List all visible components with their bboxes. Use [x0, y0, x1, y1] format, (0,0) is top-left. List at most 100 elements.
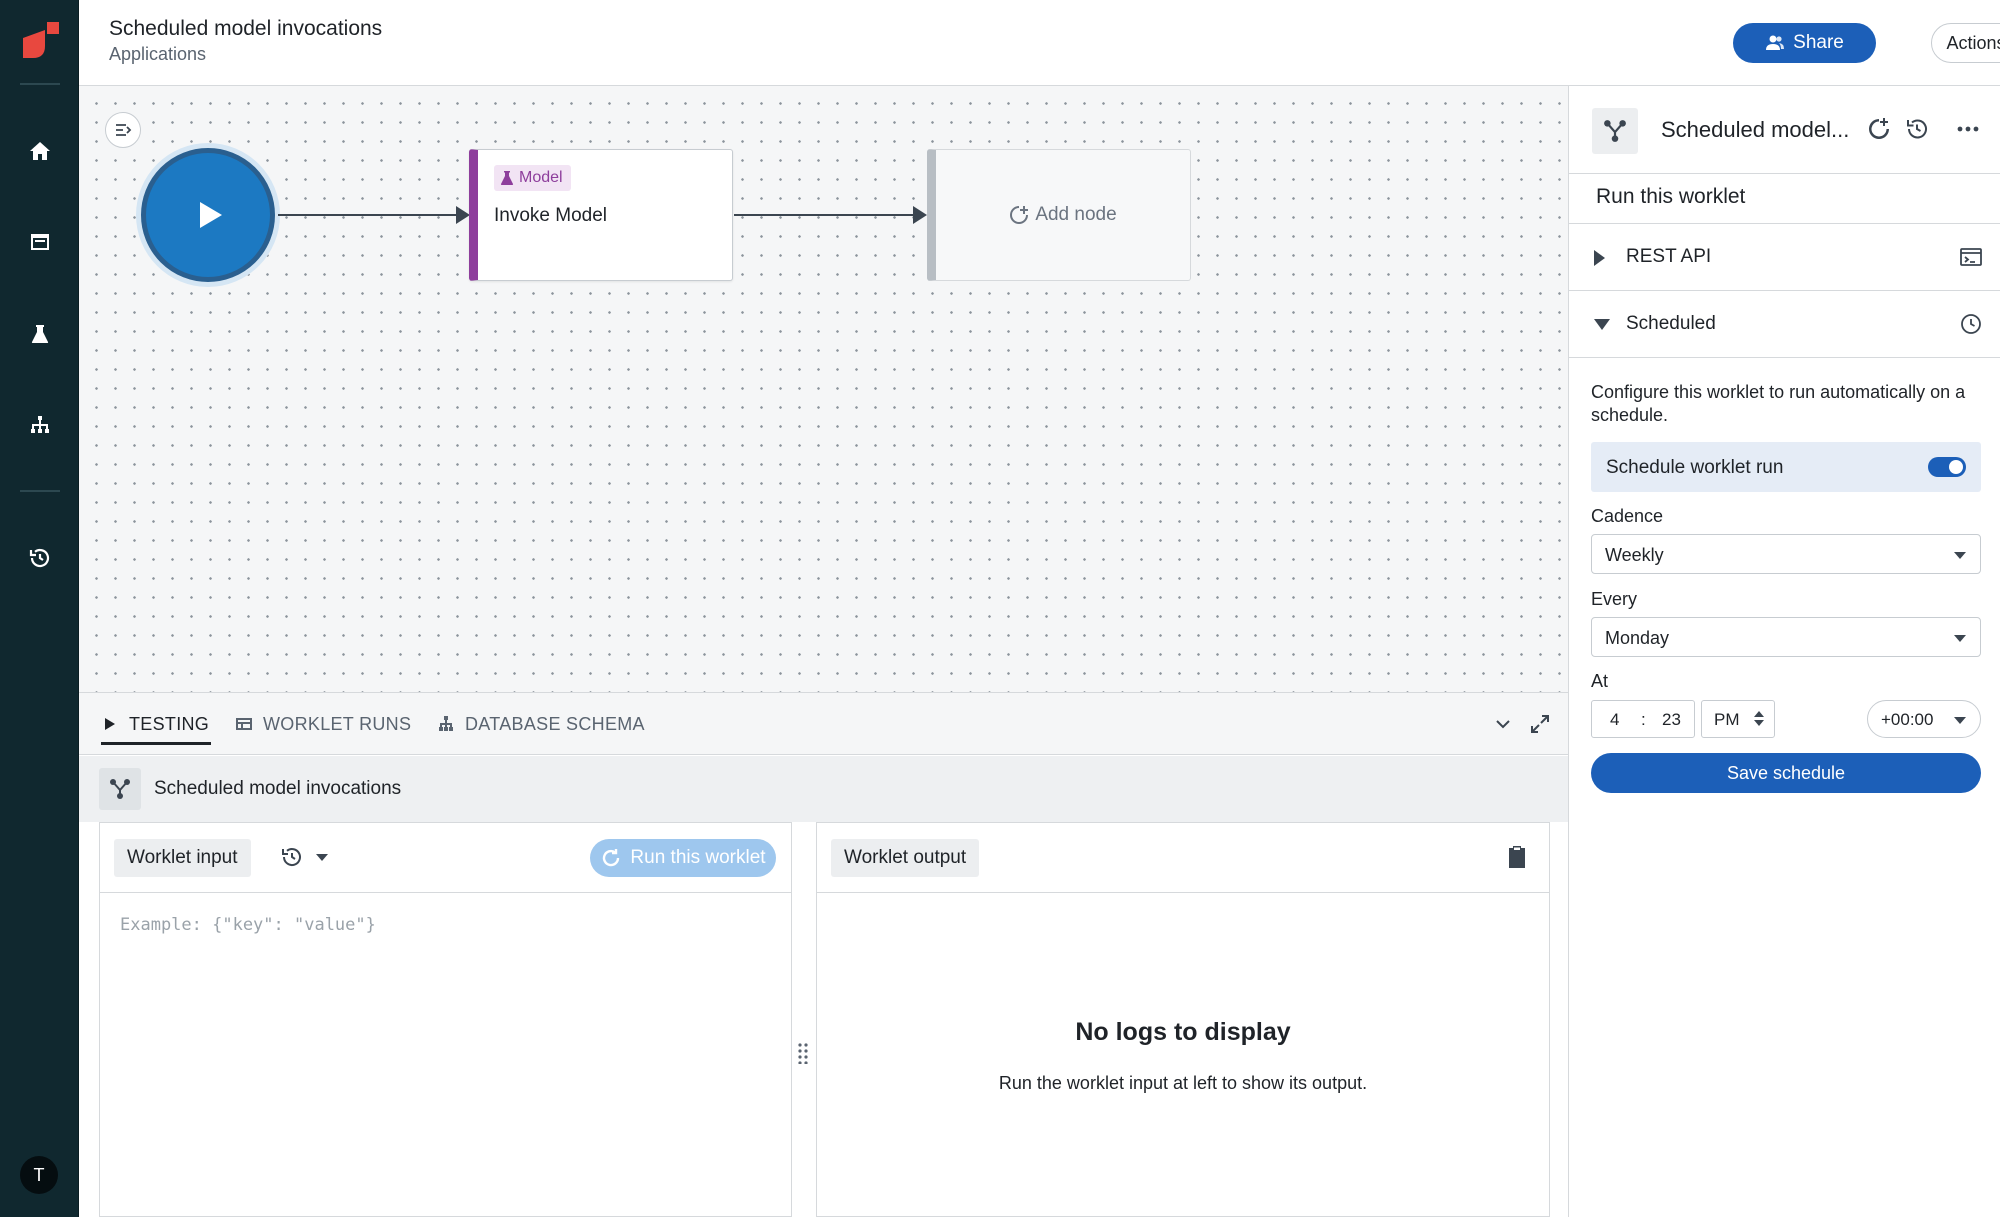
- ellipsis-icon: [1957, 126, 1979, 132]
- every-value: Monday: [1605, 628, 1670, 648]
- worklet-output-pane: Worklet output No logs to display Run th…: [816, 822, 1550, 1217]
- worklet-settings-panel: Scheduled model... Run this worklet REST…: [1568, 86, 2000, 1217]
- scheduled-accordion[interactable]: Scheduled: [1569, 292, 2000, 358]
- workflow-canvas[interactable]: Model Invoke Model Add node: [79, 86, 1568, 693]
- home-nav[interactable]: [19, 130, 60, 171]
- left-rail: T: [0, 0, 79, 1217]
- cadence-label: Cadence: [1591, 506, 1664, 526]
- start-node[interactable]: [141, 148, 275, 282]
- page-subtitle[interactable]: Applications: [109, 44, 206, 65]
- inbox-nav[interactable]: [19, 221, 60, 262]
- tab-database-schema[interactable]: DATABASE SCHEMA: [437, 693, 645, 755]
- history-button[interactable]: [1904, 116, 1930, 142]
- worklet-input-chip[interactable]: Worklet input: [114, 839, 251, 877]
- pane-resize-handle[interactable]: [797, 1042, 809, 1065]
- history-icon: [282, 848, 301, 866]
- every-label: Every: [1591, 589, 1638, 609]
- hierarchy-nav[interactable]: [19, 405, 60, 446]
- inbox-icon: [30, 233, 49, 250]
- every-select[interactable]: Monday: [1591, 617, 1981, 657]
- more-options-button[interactable]: [1955, 116, 1981, 142]
- edge-connector: [278, 214, 456, 216]
- actions-dropdown[interactable]: Actions: [1931, 23, 2000, 63]
- worklet-icon: [1604, 120, 1626, 142]
- rest-api-accordion[interactable]: REST API: [1569, 225, 2000, 291]
- cadence-value: Weekly: [1605, 545, 1664, 565]
- timezone-select[interactable]: +00:00: [1867, 700, 1981, 738]
- chevron-down-icon: [316, 853, 328, 861]
- panel-title: Scheduled model...: [1661, 117, 1850, 142]
- worklet-output-chip[interactable]: Worklet output: [831, 839, 980, 877]
- rest-api-label: REST API: [1626, 246, 1712, 267]
- models-nav[interactable]: [19, 313, 60, 354]
- user-avatar[interactable]: T: [20, 1156, 58, 1194]
- time-separator: :: [1641, 710, 1646, 729]
- worklet-icon-box: [1592, 108, 1638, 154]
- clipboard-icon: [1509, 846, 1525, 868]
- collapse-icon: [116, 124, 132, 136]
- worklet-icon: [110, 779, 130, 799]
- ampm-value: PM: [1714, 710, 1740, 729]
- worklet-input-editor[interactable]: Example: {"key": "value"}: [120, 915, 376, 935]
- app-logo[interactable]: [19, 20, 61, 62]
- ampm-select[interactable]: PM: [1701, 700, 1775, 738]
- chevron-down-icon: [1954, 717, 1966, 724]
- users-icon: [1766, 35, 1785, 50]
- empty-state-title: No logs to display: [1075, 1018, 1291, 1046]
- bottom-tabs-bar: TESTING WORKLET RUNS DATABASE SCHEMA: [79, 693, 1568, 755]
- tab-testing[interactable]: TESTING: [101, 693, 212, 755]
- table-icon: [236, 718, 252, 730]
- minute-input[interactable]: 23: [1662, 710, 1681, 730]
- add-node-icon: [1010, 206, 1029, 224]
- run-section-heading: Run this worklet: [1569, 174, 2000, 224]
- tab-testing-label: TESTING: [129, 713, 210, 734]
- collapse-sidebar-button[interactable]: [105, 112, 141, 148]
- history-icon: [1907, 119, 1927, 139]
- at-label: At: [1591, 671, 1609, 691]
- timezone-value: +00:00: [1881, 710, 1934, 729]
- chevron-down-icon: [1496, 720, 1510, 729]
- page-title: Scheduled model invocations: [109, 17, 383, 40]
- tab-worklet-runs-label: WORKLET RUNS: [263, 713, 412, 734]
- tab-database-schema-label: DATABASE SCHEMA: [465, 713, 645, 734]
- terminal-icon: [1959, 245, 1983, 269]
- add-node-placeholder[interactable]: Add node: [927, 149, 1191, 281]
- schedule-toggle-switch[interactable]: [1928, 457, 1966, 477]
- hierarchy-icon: [439, 716, 453, 731]
- home-icon: [29, 141, 50, 160]
- collapse-panel-button[interactable]: [1492, 713, 1514, 735]
- run-heading: Run this worklet: [1596, 185, 1746, 208]
- schedule-toggle-label: Schedule worklet run: [1606, 457, 1784, 478]
- hour-input[interactable]: 4: [1610, 710, 1619, 730]
- save-schedule-button[interactable]: Save schedule: [1591, 753, 1981, 793]
- refresh-icon: [603, 849, 620, 867]
- rail-divider: [20, 490, 60, 492]
- add-node-label: Add node: [1035, 204, 1117, 225]
- worklet-name: Scheduled model invocations: [154, 778, 402, 799]
- time-input: 4 : 23: [1591, 700, 1695, 738]
- input-pane-header: Worklet input Run this worklet: [100, 823, 791, 893]
- rail-divider: [20, 83, 60, 85]
- add-node-icon: [1869, 118, 1889, 139]
- actions-label: Actions: [1946, 32, 2000, 53]
- arrow-head-icon: [913, 206, 927, 224]
- worklet-icon-box: [99, 768, 141, 810]
- run-worklet-button[interactable]: Run this worklet: [590, 839, 776, 877]
- schedule-toggle-row: Schedule worklet run: [1591, 442, 1981, 492]
- share-button[interactable]: Share: [1733, 23, 1876, 63]
- model-badge-label: Model: [519, 169, 563, 186]
- drag-handle-icon: [798, 1043, 808, 1065]
- play-icon: [105, 718, 115, 730]
- clock-icon: [1959, 312, 1983, 336]
- invoke-model-node[interactable]: Model Invoke Model: [469, 149, 733, 281]
- copy-output-button[interactable]: [1507, 845, 1527, 869]
- tab-worklet-runs[interactable]: WORKLET RUNS: [235, 693, 411, 755]
- expand-panel-button[interactable]: [1529, 713, 1551, 735]
- run-worklet-label: Run this worklet: [630, 847, 766, 868]
- history-icon: [29, 548, 49, 567]
- add-node-button[interactable]: [1866, 116, 1892, 142]
- history-nav[interactable]: [19, 537, 60, 578]
- chevron-down-icon: [1594, 317, 1610, 330]
- input-history-dropdown[interactable]: [280, 845, 328, 869]
- cadence-select[interactable]: Weekly: [1591, 534, 1981, 574]
